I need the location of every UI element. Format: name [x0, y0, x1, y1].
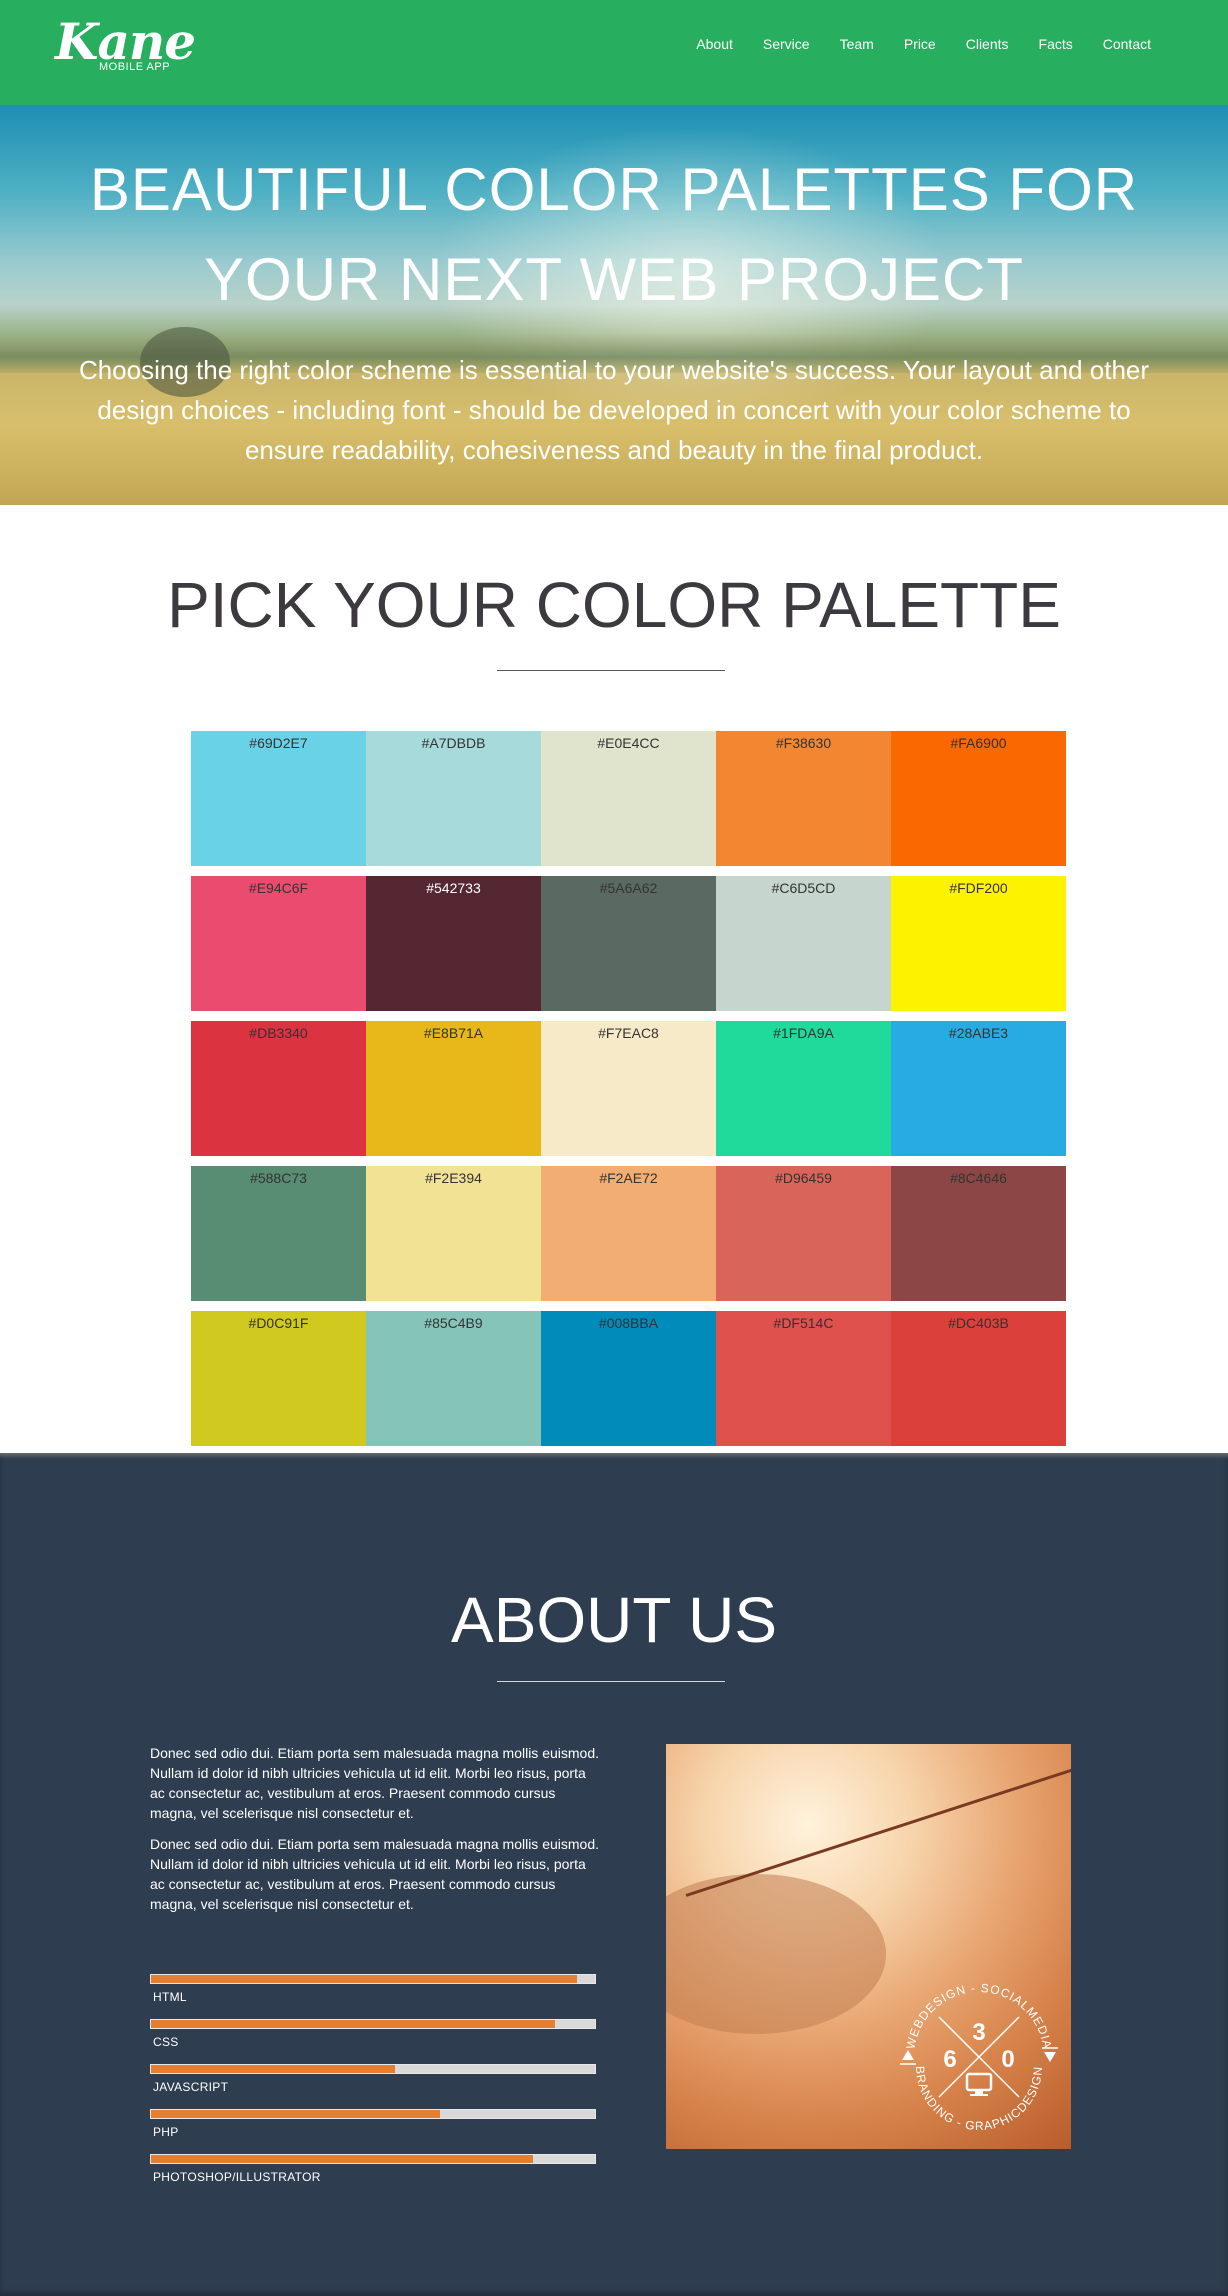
skill-bar: PHP — [150, 2109, 596, 2139]
hero-description: Choosing the right color scheme is essen… — [78, 355, 1150, 465]
color-swatch[interactable]: #DC403B — [891, 1311, 1066, 1446]
color-swatch[interactable]: #1FDA9A — [716, 1021, 891, 1156]
color-swatch[interactable]: #5A6A62 — [541, 876, 716, 1011]
about-title-divider — [497, 1681, 725, 1682]
skill-label: HTML — [153, 1990, 187, 2004]
palette-row: #DB3340 #E8B71A #F7EAC8 #1FDA9A #28ABE3 — [191, 1021, 1066, 1156]
skill-track — [150, 2154, 596, 2164]
color-swatch[interactable]: #F38630 — [716, 731, 891, 866]
skill-label: CSS — [153, 2035, 179, 2049]
nav-link-team[interactable]: Team — [840, 34, 874, 54]
nav-link-price[interactable]: Price — [904, 34, 936, 54]
palette-title-divider — [497, 670, 725, 671]
nav-link-about[interactable]: About — [696, 34, 733, 54]
color-swatch[interactable]: #8C4646 — [891, 1166, 1066, 1301]
hero-title: BEAUTIFUL COLOR PALETTES FOR YOUR NEXT W… — [0, 145, 1228, 325]
color-swatch[interactable]: #E8B71A — [366, 1021, 541, 1156]
skill-fill — [151, 2110, 440, 2118]
color-swatch[interactable]: #A7DBDB — [366, 731, 541, 866]
color-swatch[interactable]: #D0C91F — [191, 1311, 366, 1446]
color-swatch[interactable]: #F2E394 — [366, 1166, 541, 1301]
color-swatch[interactable]: #D96459 — [716, 1166, 891, 1301]
skill-label: PHOTOSHOP/ILLUSTRATOR — [153, 2170, 321, 2184]
skill-fill — [151, 2020, 556, 2028]
nav-link-facts[interactable]: Facts — [1039, 34, 1073, 54]
badge-digit-right: 0 — [1001, 2046, 1014, 2073]
color-swatch[interactable]: #E94C6F — [191, 876, 366, 1011]
palette-row: #E94C6F #542733 #5A6A62 #C6D5CD #FDF200 — [191, 876, 1066, 1011]
skill-label: PHP — [153, 2125, 179, 2139]
skill-bar: CSS — [150, 2019, 596, 2049]
360-badge-icon: WEBDESIGN - SOCIALMEDIA BRANDING - GRAPH… — [900, 1981, 1058, 2133]
skill-track — [150, 2064, 596, 2074]
color-swatch[interactable]: #542733 — [366, 876, 541, 1011]
hero-title-line-1: BEAUTIFUL COLOR PALETTES FOR — [89, 156, 1139, 223]
color-swatch[interactable]: #DF514C — [716, 1311, 891, 1446]
about-top-shadow — [0, 1453, 1228, 1459]
palette-row: #D0C91F #85C4B9 #008BBA #DF514C #DC403B — [191, 1311, 1066, 1446]
color-swatch[interactable]: #F2AE72 — [541, 1166, 716, 1301]
top-navbar: Kane MOBILE APP About Service Team Price… — [0, 0, 1228, 105]
badge-digit-left: 6 — [943, 2046, 956, 2073]
skill-fill — [151, 2065, 396, 2073]
color-swatch[interactable]: #69D2E7 — [191, 731, 366, 866]
logo[interactable]: Kane MOBILE APP — [55, 14, 196, 78]
logo-subtitle: MOBILE APP — [99, 61, 171, 73]
color-swatch[interactable]: #28ABE3 — [891, 1021, 1066, 1156]
about-paragraph-2: Donec sed odio dui. Etiam porta sem male… — [150, 1836, 600, 1912]
color-swatch[interactable]: #008BBA — [541, 1311, 716, 1446]
about-title: ABOUT US — [451, 1584, 777, 1656]
skill-bar: JAVASCRIPT — [150, 2064, 596, 2094]
skill-track — [150, 2019, 596, 2029]
color-swatch[interactable]: #FA6900 — [891, 731, 1066, 866]
color-swatch[interactable]: #FDF200 — [891, 876, 1066, 1011]
skill-fill — [151, 2155, 533, 2163]
about-photo: WEBDESIGN - SOCIALMEDIA BRANDING - GRAPH… — [666, 1744, 1071, 2149]
nav-link-contact[interactable]: Contact — [1103, 34, 1151, 54]
color-swatch[interactable]: #588C73 — [191, 1166, 366, 1301]
nav-link-clients[interactable]: Clients — [966, 34, 1009, 54]
skill-track — [150, 1974, 596, 1984]
skill-fill — [151, 1975, 578, 1983]
palette-section-title: PICK YOUR COLOR PALETTE — [167, 569, 1061, 641]
main-menu: About Service Team Price Clients Facts C… — [666, 34, 1151, 54]
skill-bar: PHOTOSHOP/ILLUSTRATOR — [150, 2154, 596, 2184]
color-swatch[interactable]: #85C4B9 — [366, 1311, 541, 1446]
nav-link-service[interactable]: Service — [763, 34, 810, 54]
palette-row: #69D2E7 #A7DBDB #E0E4CC #F38630 #FA6900 — [191, 731, 1066, 866]
color-swatch[interactable]: #C6D5CD — [716, 876, 891, 1011]
palette-row: #588C73 #F2E394 #F2AE72 #D96459 #8C4646 — [191, 1166, 1066, 1301]
barbed-wire — [685, 1764, 1071, 1897]
badge-digit-top: 3 — [972, 2019, 985, 2046]
about-paragraph-1: Donec sed odio dui. Etiam porta sem male… — [150, 1745, 600, 1821]
skill-track — [150, 2109, 596, 2119]
color-swatch[interactable]: #F7EAC8 — [541, 1021, 716, 1156]
hero-banner: BEAUTIFUL COLOR PALETTES FOR YOUR NEXT W… — [0, 105, 1228, 505]
skill-label: JAVASCRIPT — [153, 2080, 229, 2094]
color-palette-grid: #69D2E7 #A7DBDB #E0E4CC #F38630 #FA6900 #E94C… — [191, 731, 1066, 1456]
hero-title-line-2: YOUR NEXT WEB PROJECT — [204, 246, 1024, 313]
skill-bar: HTML — [150, 1974, 596, 2004]
badge-bottom-text: BRANDING - GRAPHICDESIGN — [913, 2066, 1045, 2133]
color-swatch[interactable]: #DB3340 — [191, 1021, 366, 1156]
color-swatch[interactable]: #E0E4CC — [541, 731, 716, 866]
photo-blur — [666, 1874, 886, 2034]
